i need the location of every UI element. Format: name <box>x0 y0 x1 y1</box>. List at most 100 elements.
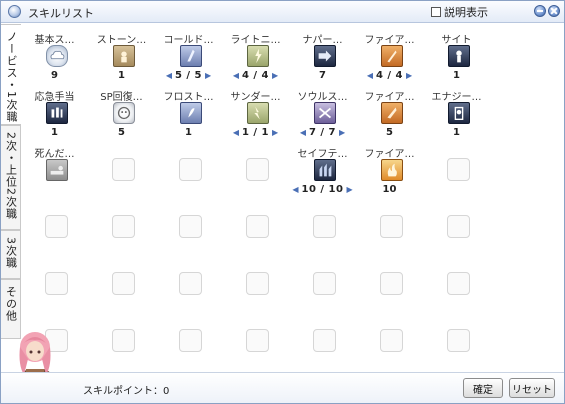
skill-level-value: 4 / 4 <box>241 70 270 81</box>
empty-skill-slot <box>222 254 289 311</box>
empty-skill-slot <box>155 140 222 197</box>
skill-cell[interactable]: 死んだ… <box>21 140 88 197</box>
frost-diver-icon[interactable] <box>180 102 202 124</box>
empty-skill-slot <box>88 254 155 311</box>
skill-level: 1 <box>185 127 192 138</box>
description-checkbox[interactable] <box>431 7 441 17</box>
play-dead-icon[interactable] <box>46 159 68 181</box>
fire-bolt-icon[interactable] <box>381 45 403 67</box>
skill-cell[interactable]: フロスト… 1 <box>155 83 222 140</box>
level-down-arrow-icon[interactable]: ◀ <box>233 71 239 80</box>
skill-cell[interactable]: ストーン… 1 <box>88 26 155 83</box>
skill-name: ファイア… <box>364 149 415 160</box>
confirm-button[interactable]: 確定 <box>463 378 503 398</box>
empty-slot-frame <box>45 272 68 295</box>
sp-recovery-icon[interactable] <box>113 102 135 124</box>
empty-skill-slot <box>88 140 155 197</box>
skill-level: ◀ 7 / 7 ▶ <box>289 127 356 138</box>
thunder-storm-icon[interactable] <box>247 102 269 124</box>
empty-slot-frame <box>246 272 269 295</box>
empty-slot-frame <box>447 329 470 352</box>
fire-ball-icon[interactable] <box>381 102 403 124</box>
level-up-arrow-icon[interactable]: ▶ <box>339 128 345 137</box>
energy-coat-icon[interactable] <box>448 102 470 124</box>
tab-second-job[interactable]: 2次・上位2次職 <box>1 125 21 230</box>
close-icon[interactable] <box>548 5 560 17</box>
skill-name: ストーン… <box>96 35 147 46</box>
skill-cell[interactable]: コールド… ◀ 5 / 5 ▶ <box>155 26 222 83</box>
description-label: 説明表示 <box>444 6 488 19</box>
skill-level: 10 <box>382 184 397 195</box>
tab-third-job[interactable]: 3次職 <box>1 230 21 279</box>
level-down-arrow-icon[interactable]: ◀ <box>367 71 373 80</box>
empty-slot-frame <box>112 329 135 352</box>
tab-label: その他 <box>4 286 18 322</box>
level-down-arrow-icon[interactable]: ◀ <box>292 185 298 194</box>
skill-cell[interactable]: ナパー… 7 <box>289 26 356 83</box>
cold-bolt-icon[interactable] <box>180 45 202 67</box>
empty-slot-frame <box>313 329 336 352</box>
skill-cell[interactable]: セイフテ… ◀ 10 / 10 ▶ <box>289 140 356 197</box>
skill-level: ◀ 4 / 4 ▶ <box>222 70 289 81</box>
empty-skill-slot <box>88 197 155 254</box>
skill-level: 1 <box>453 70 460 81</box>
empty-slot-frame <box>313 215 336 238</box>
empty-slot-frame <box>112 215 135 238</box>
first-aid-icon[interactable] <box>46 102 68 124</box>
reset-button[interactable]: リセット <box>509 378 555 398</box>
skill-cell[interactable]: サイト 1 <box>423 26 490 83</box>
sight-icon[interactable] <box>448 45 470 67</box>
skill-level-value: 4 / 4 <box>375 70 404 81</box>
soul-strike-icon[interactable] <box>314 102 336 124</box>
skill-name: ナパー… <box>302 35 343 46</box>
skill-name: ソウルス… <box>297 92 348 103</box>
title-bar[interactable]: スキルリスト 説明表示 <box>1 1 564 23</box>
lightning-bolt-icon[interactable] <box>247 45 269 67</box>
skill-cell[interactable]: 応急手当 1 <box>21 83 88 140</box>
skill-cell[interactable]: ファイア… 5 <box>356 83 423 140</box>
napalm-beat-icon[interactable] <box>314 45 336 67</box>
skill-cell[interactable]: SP回復… 5 <box>88 83 155 140</box>
stone-scroll-icon[interactable] <box>113 45 135 67</box>
skill-cell[interactable]: ファイア… ◀ 4 / 4 ▶ <box>356 26 423 83</box>
empty-slot-frame <box>380 215 403 238</box>
empty-slot-frame <box>112 158 135 181</box>
empty-skill-slot <box>222 311 289 368</box>
skill-cell[interactable]: ファイア… 10 <box>356 140 423 197</box>
fire-wall-icon[interactable] <box>381 159 403 181</box>
skill-cell[interactable]: ソウルス… ◀ 7 / 7 ▶ <box>289 83 356 140</box>
empty-skill-slot <box>222 140 289 197</box>
skill-name: 死んだ… <box>34 149 75 160</box>
skill-points-label: スキルポイント：0 <box>83 386 170 397</box>
skill-cell[interactable]: 基本ス… 9 <box>21 26 88 83</box>
empty-slot-frame <box>313 272 336 295</box>
empty-skill-slot <box>423 254 490 311</box>
level-down-arrow-icon[interactable]: ◀ <box>233 128 239 137</box>
skill-grid: 基本ス… 9 ストーン… 1 コールド… ◀ 5 / 5 ▶ ライトニ… ◀ 4 / 4 ▶ ナパー… 7… <box>21 26 564 371</box>
skill-name: 基本ス… <box>34 35 75 46</box>
skill-name: サイト <box>441 35 472 46</box>
tab-label: ノービス・1次職 <box>5 31 18 123</box>
minimize-icon[interactable] <box>534 5 546 17</box>
skill-cell[interactable]: エナジー… 1 <box>423 83 490 140</box>
level-up-arrow-icon[interactable]: ▶ <box>205 71 211 80</box>
level-down-arrow-icon[interactable]: ◀ <box>300 128 306 137</box>
skill-level: 5 <box>386 127 393 138</box>
skill-level-value: 10 / 10 <box>301 184 344 195</box>
empty-skill-slot <box>356 254 423 311</box>
tab-novice-first-job[interactable]: ノービス・1次職 <box>1 24 21 125</box>
level-up-arrow-icon[interactable]: ▶ <box>272 128 278 137</box>
level-down-arrow-icon[interactable]: ◀ <box>166 71 172 80</box>
level-up-arrow-icon[interactable]: ▶ <box>346 185 352 194</box>
skill-name: フロスト… <box>163 92 214 103</box>
description-toggle[interactable]: 説明表示 <box>431 5 488 19</box>
empty-slot-frame <box>447 215 470 238</box>
level-up-arrow-icon[interactable]: ▶ <box>272 71 278 80</box>
skill-cell[interactable]: サンダー… ◀ 1 / 1 ▶ <box>222 83 289 140</box>
skill-cell[interactable]: ライトニ… ◀ 4 / 4 ▶ <box>222 26 289 83</box>
empty-slot-frame <box>246 215 269 238</box>
cloud-icon[interactable] <box>46 45 68 67</box>
level-up-arrow-icon[interactable]: ▶ <box>406 71 412 80</box>
safety-wall-icon[interactable] <box>314 159 336 181</box>
skill-level: ◀ 1 / 1 ▶ <box>222 127 289 138</box>
